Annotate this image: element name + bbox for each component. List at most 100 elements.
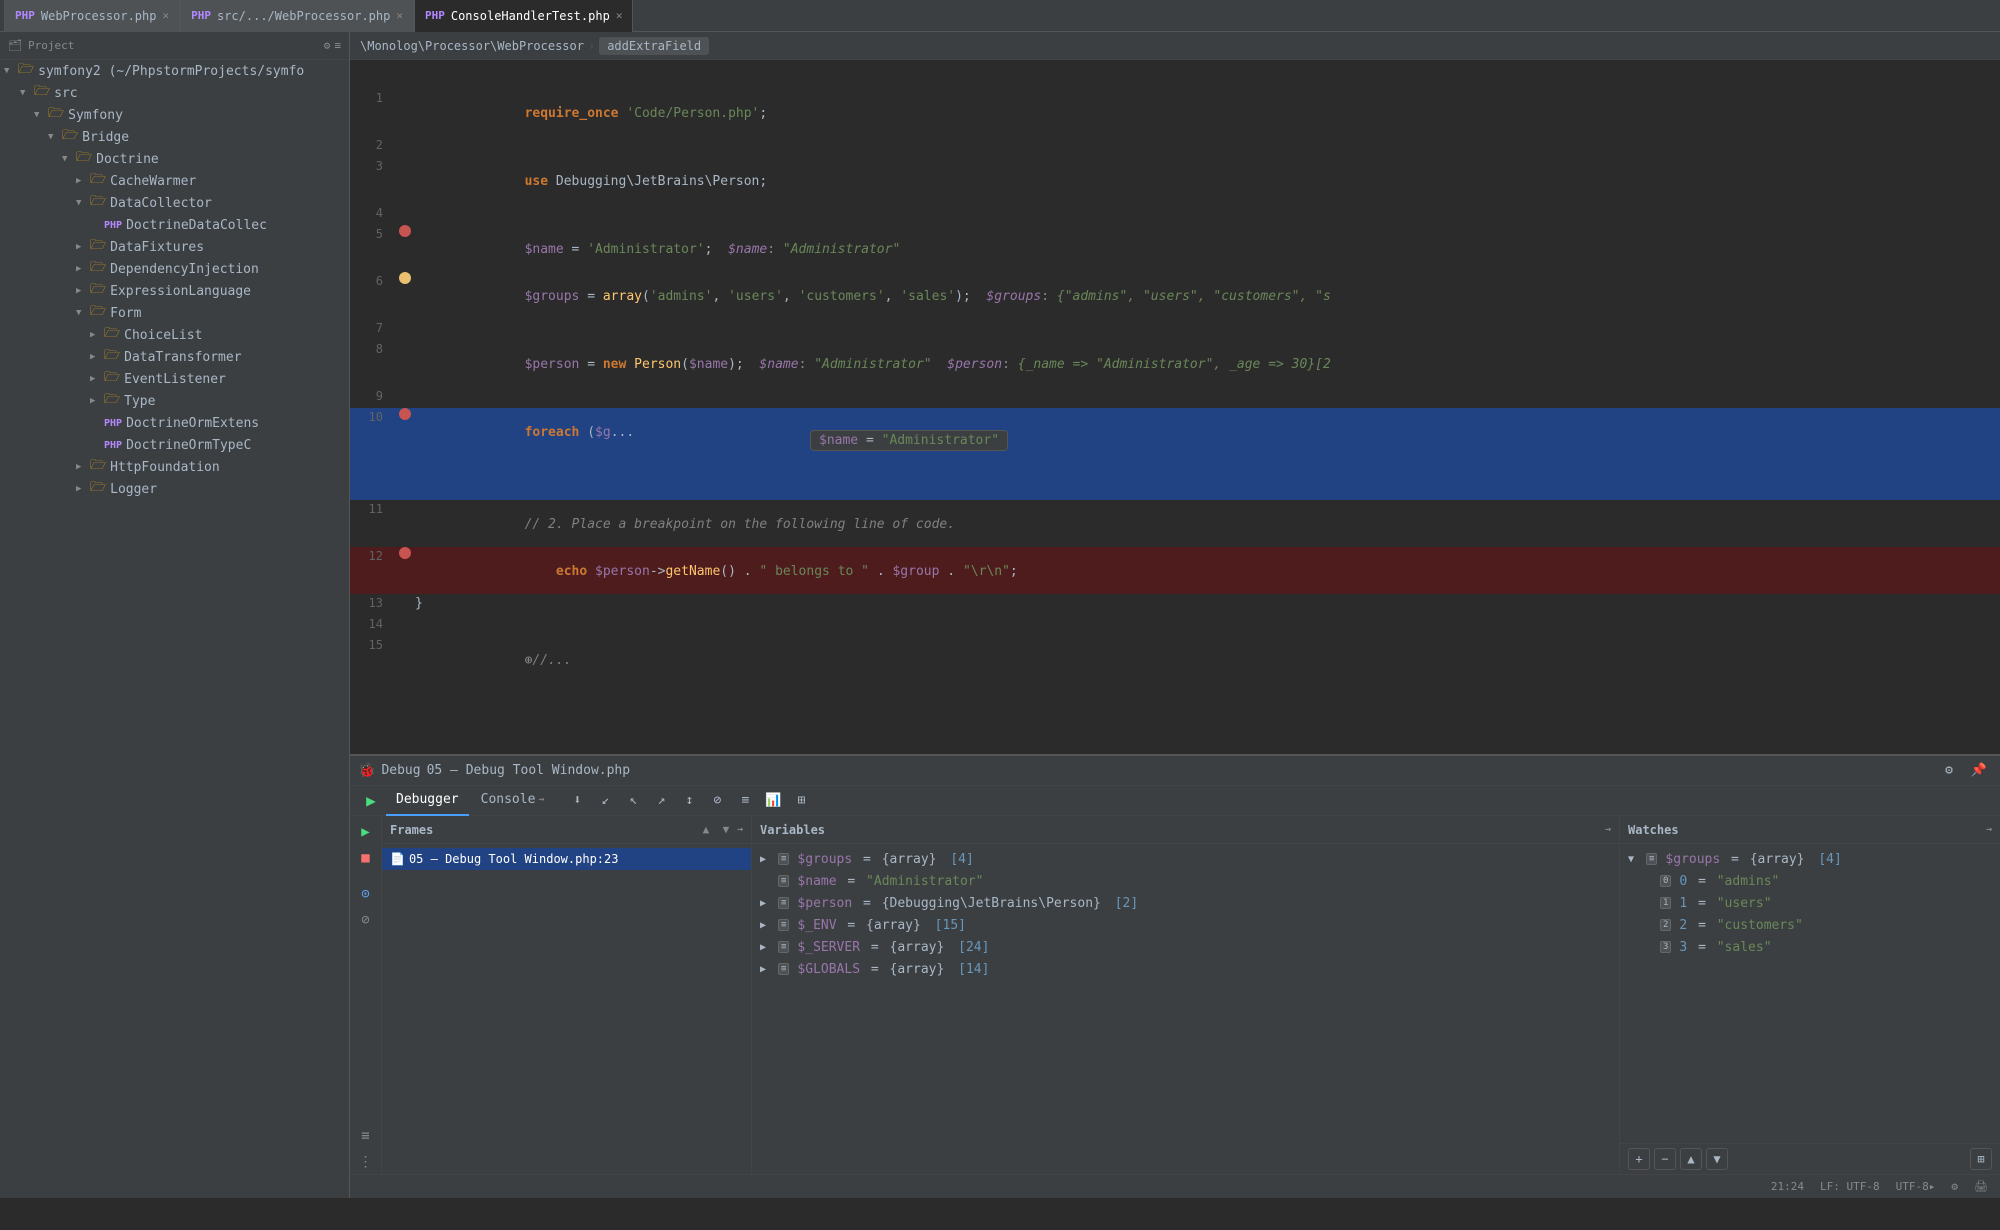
view-breakpoints-btn[interactable]: ⊙ <box>354 882 378 906</box>
step-into-btn[interactable]: ↙ <box>592 790 618 812</box>
watch-up-btn[interactable]: ▲ <box>1680 1148 1702 1170</box>
breakpoint-10[interactable] <box>399 408 411 420</box>
var-groups-name: $groups = {array} [4] <box>797 852 973 867</box>
tab-webprocessor[interactable]: PHP WebProcessor.php ✕ <box>4 0 180 32</box>
tab-console[interactable]: Console ⇝ <box>471 786 555 816</box>
tree-doctrinedatacollec[interactable]: PHP DoctrineDataCollec <box>0 214 349 236</box>
tree-bridge[interactable]: ▼ 🗁 Bridge <box>0 126 349 148</box>
tree-explang-label: ExpressionLanguage <box>110 284 251 299</box>
evaluate-btn[interactable]: ↕ <box>676 790 702 812</box>
tree-httpfoundation[interactable]: ▶ 🗁 HttpFoundation <box>0 456 349 478</box>
tree-doctrine[interactable]: ▼ 🗁 Doctrine <box>0 148 349 170</box>
remove-watch-btn[interactable]: − <box>1654 1148 1676 1170</box>
tab-debugger[interactable]: Debugger <box>386 786 469 816</box>
frames-btn[interactable]: ≡ <box>732 790 758 812</box>
tab-close-2[interactable]: ✕ <box>396 9 403 22</box>
tree-root[interactable]: ▼ 🗁 symfony2 (~/PhpstormProjects/symfo <box>0 60 349 82</box>
tree-explang[interactable]: ▶ 🗁 ExpressionLanguage <box>0 280 349 302</box>
tree-choicelist-label: ChoiceList <box>124 328 202 343</box>
tree-symfony[interactable]: ▼ 🗁 Symfony <box>0 104 349 126</box>
mute-breakpoints-btn[interactable]: ⊘ <box>704 790 730 812</box>
tree-eventlistener[interactable]: ▶ 🗁 EventListener <box>0 368 349 390</box>
watch-groups-2[interactable]: 2 2 = "customers" <box>1620 914 2000 936</box>
debug-resume-btn[interactable]: ▶ <box>358 790 384 812</box>
expand-icon-person[interactable]: ▶ <box>760 898 774 909</box>
expand-icon-server[interactable]: ▶ <box>760 942 774 953</box>
watch-groups[interactable]: ▼ ≡ $groups = {array} [4] <box>1620 848 2000 870</box>
step-over-btn[interactable]: ⬇ <box>564 790 590 812</box>
code-line-4: 4 <box>350 204 2000 225</box>
tree-form[interactable]: ▼ 🗁 Form <box>0 302 349 324</box>
tab-webprocessor-src[interactable]: PHP src/.../WebProcessor.php ✕ <box>180 0 414 32</box>
add-watch-btn[interactable]: + <box>1628 1148 1650 1170</box>
tree-doctrineormextens[interactable]: PHP DoctrineOrmExtens <box>0 412 349 434</box>
run-btn[interactable]: ▶ <box>354 820 378 844</box>
variables-expand[interactable]: → <box>1605 824 1611 835</box>
sidebar-header: 🗂 Project ⚙ ≡ <box>0 32 349 60</box>
tree-depinjection[interactable]: ▶ 🗁 DependencyInjection <box>0 258 349 280</box>
variables-label: Variables <box>760 823 825 837</box>
status-settings-icon[interactable]: ⚙ <box>1951 1180 1958 1193</box>
sidebar-title: Project <box>28 39 74 52</box>
watch-expand-groups[interactable]: ▼ <box>1628 854 1642 865</box>
tab-label: WebProcessor.php <box>41 9 157 23</box>
code-line-11: 11 // 2. Place a breakpoint on the follo… <box>350 500 2000 547</box>
breakpoint-5[interactable] <box>399 225 411 237</box>
stop-btn[interactable]: ■ <box>354 846 378 870</box>
frame-down-btn[interactable]: ▼ <box>717 821 735 839</box>
tab-debugger-label: Debugger <box>396 792 459 807</box>
tab-label2: src/.../WebProcessor.php <box>217 9 390 23</box>
tab-consolehandlertest[interactable]: PHP ConsoleHandlerTest.php ✕ <box>414 0 633 32</box>
tab-close-3[interactable]: ✕ <box>616 9 623 22</box>
tree-choicelist[interactable]: ▶ 🗁 ChoiceList <box>0 324 349 346</box>
code-line-5: 5 $name = 'Administrator'; $name: "Admin… <box>350 225 2000 272</box>
watch-groups-1[interactable]: 1 1 = "users" <box>1620 892 2000 914</box>
tree-type[interactable]: ▶ 🗁 Type <box>0 390 349 412</box>
sidebar-settings-icon[interactable]: ≡ <box>334 39 341 52</box>
settings-view-btn[interactable]: 📊 <box>760 790 786 812</box>
expand-icon-groups[interactable]: ▶ <box>760 854 774 865</box>
warning-6 <box>399 272 411 284</box>
var-person[interactable]: ▶ ≡ $person = {Debugging\JetBrains\Perso… <box>752 892 1619 914</box>
editor-area: \Monolog\Processor\WebProcessor › addExt… <box>350 32 2000 1198</box>
run-to-cursor-btn[interactable]: ↗ <box>648 790 674 812</box>
frames-expand[interactable]: → <box>737 824 743 835</box>
frame-item-active[interactable]: 📄 05 – Debug Tool Window.php:23 <box>382 848 751 870</box>
tree-datafixtures[interactable]: ▶ 🗁 DataFixtures <box>0 236 349 258</box>
tree-depinjection-label: DependencyInjection <box>110 262 259 277</box>
tree-doctrineormtypec[interactable]: PHP DoctrineOrmTypeC <box>0 434 349 456</box>
var-groups[interactable]: ▶ ≡ $groups = {array} [4] <box>752 848 1619 870</box>
mute-all-btn[interactable]: ⊘ <box>354 908 378 932</box>
watch-groups-0[interactable]: 0 0 = "admins" <box>1620 870 2000 892</box>
layout-btn[interactable]: ⊞ <box>788 790 814 812</box>
tree-logger[interactable]: ▶ 🗁 Logger <box>0 478 349 500</box>
sidebar-collapse-icon[interactable]: ⚙ <box>324 39 331 52</box>
expand-icon-env[interactable]: ▶ <box>760 920 774 931</box>
more-btn[interactable]: ⋮ <box>354 1150 378 1174</box>
debug-pin-icon[interactable]: 📌 <box>1966 760 1992 782</box>
step-out-btn[interactable]: ↖ <box>620 790 646 812</box>
debug-settings-icon[interactable]: ⚙ <box>1936 760 1962 782</box>
tab-close-1[interactable]: ✕ <box>162 9 169 22</box>
tree-datacollector[interactable]: ▼ 🗁 DataCollector <box>0 192 349 214</box>
status-print-icon[interactable]: 🖨 <box>1974 1180 1988 1193</box>
list-icon[interactable]: ≡ <box>354 1124 378 1148</box>
breakpoint-12[interactable] <box>399 547 411 559</box>
var-server[interactable]: ▶ ≡ $_SERVER = {array} [24] <box>752 936 1619 958</box>
var-name[interactable]: ≡ $name = "Administrator" <box>752 870 1619 892</box>
tree-logger-label: Logger <box>110 482 157 497</box>
watches-expand[interactable]: → <box>1986 824 1992 835</box>
tree-datatransformer[interactable]: ▶ 🗁 DataTransformer <box>0 346 349 368</box>
watch-groups-3[interactable]: 3 3 = "sales" <box>1620 936 2000 958</box>
code-container[interactable]: 1 require_once 'Code/Person.php'; 2 <box>350 60 2000 754</box>
frame-up-btn[interactable]: ▲ <box>697 821 715 839</box>
var-env[interactable]: ▶ ≡ $_ENV = {array} [15] <box>752 914 1619 936</box>
copy-icon[interactable]: ⊞ <box>1970 1148 1992 1170</box>
var-globals[interactable]: ▶ ≡ $GLOBALS = {array} [14] <box>752 958 1619 980</box>
expand-icon-globals[interactable]: ▶ <box>760 964 774 975</box>
code-lines: 1 require_once 'Code/Person.php'; 2 <box>350 60 2000 754</box>
tree-src[interactable]: ▼ 🗁 src <box>0 82 349 104</box>
watch-down-btn[interactable]: ▼ <box>1706 1148 1728 1170</box>
tree-cachewarmer[interactable]: ▶ 🗁 CacheWarmer <box>0 170 349 192</box>
frame-file-icon: 📄 <box>390 852 405 866</box>
